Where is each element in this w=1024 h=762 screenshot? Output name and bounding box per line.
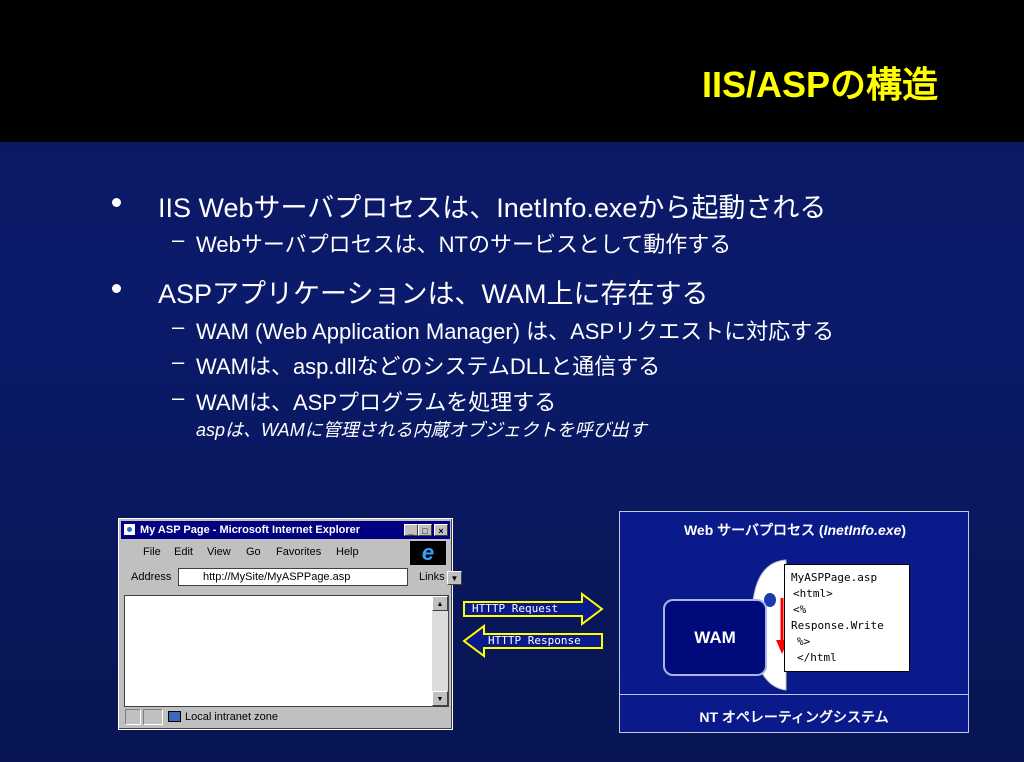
links-button[interactable]: Links xyxy=(419,571,445,583)
response-label: HTTTP Response xyxy=(488,634,581,647)
code-line: %> xyxy=(797,635,811,648)
title-bar: IIS/ASPの構造 xyxy=(0,0,1024,142)
browser-titlebar: My ASP Page - Microsoft Internet Explore… xyxy=(121,521,450,539)
request-label: HTTTP Request xyxy=(472,602,559,615)
web-server-process: Web サーバプロセス (InetInfo.exe) WAM MyASPPage… xyxy=(619,511,969,733)
code-line: Response.Write xyxy=(791,619,884,632)
sub-bullet-2-1-text: WAM (Web Application Manager) は、ASPリクエスト… xyxy=(196,319,835,344)
http-arrows xyxy=(462,592,604,658)
dash: – xyxy=(172,349,185,374)
chevron-down-icon[interactable]: ▼ xyxy=(447,571,462,585)
server-header-text: Web サーバプロセス ( xyxy=(683,522,824,538)
address-bar: Address http://MySite/MyASPPage.asp ▼ Li… xyxy=(123,567,462,589)
sub-bullet-2-2-text: WAMは、asp.dllなどのシステムDLLと通信する xyxy=(196,354,661,379)
code-line: <html> xyxy=(793,587,833,600)
intranet-zone-icon xyxy=(168,711,181,722)
menu-go[interactable]: Go xyxy=(246,546,261,558)
vertical-scrollbar[interactable]: ▲ ▼ xyxy=(432,596,448,706)
menu-edit[interactable]: Edit xyxy=(174,546,193,558)
status-pane xyxy=(125,709,141,725)
asp-code-box: MyASPPage.asp <html> <% Response.Write %… xyxy=(784,564,910,672)
server-header-close: ) xyxy=(901,522,907,538)
bullet-1-text: IIS Webサーバプロセスは、InetInfo.exeから起動される xyxy=(158,193,827,223)
ie-app-icon xyxy=(124,524,135,535)
dash: – xyxy=(172,314,185,339)
menu-help[interactable]: Help xyxy=(336,546,359,558)
wam-box: WAM xyxy=(663,599,767,676)
sub-bullet-2-3-note: aspは、WAMに管理される内蔵オブジェクトを呼び出す xyxy=(196,420,647,440)
dash: – xyxy=(172,385,185,410)
bullet-dot xyxy=(112,198,121,207)
menu-file[interactable]: File xyxy=(143,546,161,558)
dash: – xyxy=(172,227,185,252)
os-divider xyxy=(620,694,968,695)
browser-title: My ASP Page - Microsoft Internet Explore… xyxy=(140,524,361,536)
menu-favorites[interactable]: Favorites xyxy=(276,546,321,558)
maximize-button[interactable]: □ xyxy=(418,524,432,536)
scroll-down-icon[interactable]: ▼ xyxy=(432,691,448,706)
close-button[interactable]: × xyxy=(434,524,448,536)
os-label: NT オペレーティングシステム xyxy=(699,709,889,725)
code-line: </html xyxy=(797,651,837,664)
ie-logo-icon: e xyxy=(410,541,446,565)
browser-menubar: File Edit View Go Favorites Help xyxy=(123,543,403,563)
address-input[interactable]: http://MySite/MyASPPage.asp ▼ xyxy=(178,568,462,586)
bullet-2-text: ASPアプリケーションは、WAM上に存在する xyxy=(158,279,709,309)
status-pane xyxy=(143,709,163,725)
status-bar: Local intranet zone xyxy=(123,709,448,726)
sub-bullet-1-1-text: Webサーバプロセスは、NTのサービスとして動作する xyxy=(196,232,732,257)
code-line: <% xyxy=(793,603,807,616)
address-value: http://MySite/MyASPPage.asp xyxy=(203,571,351,583)
server-header-exe: InetInfo.exe xyxy=(823,522,902,538)
page-content-area[interactable]: ▲ ▼ xyxy=(124,595,449,707)
status-zone-text: Local intranet zone xyxy=(185,711,278,723)
address-label: Address xyxy=(131,571,172,583)
menu-view[interactable]: View xyxy=(207,546,231,558)
browser-window: My ASP Page - Microsoft Internet Explore… xyxy=(118,518,462,730)
code-line: MyASPPage.asp xyxy=(791,571,878,584)
slide-title: IIS/ASPの構造 xyxy=(701,64,938,105)
server-header: Web サーバプロセス (InetInfo.exe) xyxy=(620,520,970,540)
minimize-button[interactable]: _ xyxy=(404,524,418,536)
scroll-up-icon[interactable]: ▲ xyxy=(432,596,448,611)
sub-bullet-2-3-text: WAMは、ASPプログラムを処理する xyxy=(196,390,557,415)
bullet-dot xyxy=(112,284,121,293)
